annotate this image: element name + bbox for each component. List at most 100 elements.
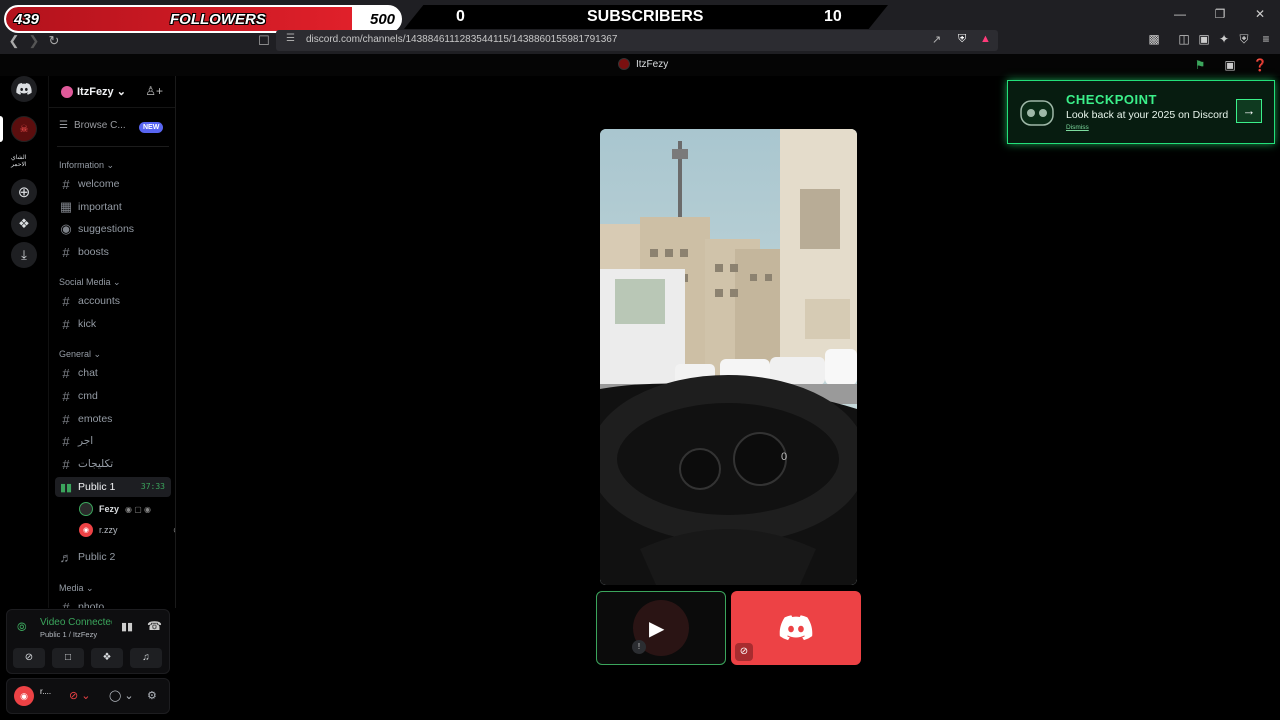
voice-channel-public-2[interactable]: ♬ Public 2 — [59, 547, 171, 567]
invite-icon[interactable]: ♙+ — [145, 84, 163, 98]
site-settings-icon[interactable]: ☰ — [286, 33, 295, 44]
server-header[interactable]: ItzFezy ⌄ ♙+ — [49, 76, 175, 108]
bookmark-icon[interactable]: ☐ — [254, 32, 274, 50]
leo-ai-icon[interactable]: ✦ — [1216, 32, 1232, 46]
vpn-icon[interactable]: ⛨ — [1236, 32, 1252, 47]
category-social-media[interactable]: Social Media ⌄ — [59, 277, 121, 288]
voice-location[interactable]: Public 1 / ItzFezy — [40, 630, 97, 639]
voice-user-fezy[interactable]: Fezy ◉ ▢ ◉ — [79, 500, 151, 518]
mute-mic-icon[interactable]: ⊘ ⌄ — [69, 689, 91, 702]
voice-user-rzzy[interactable]: ◉ r.zzy ⊘ — [79, 521, 175, 539]
channel-boosts[interactable]: # boosts — [59, 242, 171, 262]
hash-icon: # — [62, 388, 70, 404]
screen-share-button[interactable]: □ — [52, 648, 84, 668]
reader-mode-icon[interactable]: ▩ — [1146, 32, 1162, 46]
add-server-icon[interactable]: ⊕ — [11, 179, 37, 205]
subscribers-label: SUBSCRIBERS — [587, 8, 704, 25]
share-icon[interactable]: ↗ — [932, 33, 941, 46]
channel-photo[interactable]: # photo — [59, 597, 171, 609]
avatar — [79, 502, 93, 516]
url-text: discord.com/channels/1438846111283544115… — [306, 34, 618, 45]
category-information[interactable]: Information ⌄ — [59, 160, 114, 171]
window-controls: — ❐ ✕ — [1160, 0, 1280, 28]
channel-chat[interactable]: # chat — [59, 363, 171, 383]
inbox-icon[interactable]: ▣ — [1222, 58, 1238, 72]
restore-icon[interactable]: ❐ — [1200, 0, 1240, 28]
discord-home-icon[interactable] — [11, 76, 37, 102]
settings-gear-icon[interactable]: ⚙ — [147, 689, 157, 702]
video-camera-icon: ▶ — [649, 618, 665, 640]
hash-icon: # — [62, 316, 70, 332]
checkpoint-dismiss-link[interactable]: Dismiss — [1066, 124, 1089, 131]
category-media[interactable]: Media ⌄ — [59, 583, 94, 594]
screen-share-stream[interactable]: 0 — [600, 129, 857, 585]
browser-top-bar: 439 FOLLOWERS 500 0 SUBSCRIBERS 10 — ❐ ✕… — [0, 0, 1280, 54]
reload-icon[interactable]: ↻ — [44, 32, 64, 50]
channel-emotes[interactable]: # emotes — [59, 409, 171, 429]
muted-mic-icon: ⊘ — [173, 525, 175, 536]
voice-active-icon: ▮▮ — [59, 481, 73, 494]
user-panel: ◉ r.... ⊘ ⌄ ◯ ⌄ ⚙ — [6, 678, 170, 714]
server-arabic-icon[interactable]: الشاي الاحمر — [11, 148, 37, 174]
forward-icon[interactable]: ❯ — [24, 32, 44, 50]
forum-icon: ◉ — [60, 221, 72, 236]
camera-off-button[interactable]: ⊘ — [13, 648, 45, 668]
close-icon[interactable]: ✕ — [1240, 0, 1280, 28]
download-icon[interactable]: ⤓ — [11, 242, 37, 268]
status-icon: ! — [632, 640, 646, 654]
server-icon — [61, 86, 73, 98]
hash-icon: # — [62, 599, 70, 609]
status-icons: ◉ ▢ ◉ — [125, 504, 151, 514]
discord-logo-icon — [779, 615, 813, 641]
hash-icon: # — [62, 244, 70, 260]
channel-welcome[interactable]: # welcome — [59, 174, 171, 194]
user-name: r.... — [40, 687, 52, 696]
channel-arabic-2[interactable]: # تكليجات — [59, 454, 171, 474]
channel-suggestions[interactable]: ◉ suggestions — [59, 219, 171, 239]
flag-icon[interactable]: ⚑ — [1192, 58, 1208, 72]
disconnect-icon[interactable]: ☎ — [147, 619, 162, 633]
wallet-icon[interactable]: ▣ — [1196, 32, 1212, 46]
soundboard-button[interactable]: ♫ — [130, 648, 162, 668]
brave-shield-icon[interactable]: ⛨ — [958, 33, 966, 46]
followers-goal-overlay: 439 FOLLOWERS 500 — [4, 5, 402, 33]
discover-icon[interactable]: ❖ — [11, 211, 37, 237]
back-icon[interactable]: ❮ — [4, 32, 24, 50]
channel-important[interactable]: ▦ important — [59, 197, 171, 217]
sidebar-icon[interactable]: ◫ — [1176, 32, 1192, 46]
voice-timer: 37:33 — [140, 482, 165, 491]
browse-channels[interactable]: ☰ Browse C... — [59, 120, 126, 131]
checkpoint-mascot-icon — [1020, 100, 1054, 126]
title-server-name: ItzFezy — [636, 58, 669, 70]
activities-button[interactable]: ❖ — [91, 648, 123, 668]
user-avatar[interactable]: ◉ — [14, 686, 34, 706]
muted-mic-icon: ⊘ — [735, 643, 753, 661]
signal-icon[interactable]: ⦾ — [17, 620, 27, 635]
checkpoint-banner[interactable]: CHECKPOINT Look back at your 2025 on Dis… — [1007, 80, 1275, 144]
voice-channel-public-1[interactable]: ▮▮ Public 1 37:33 — [55, 477, 171, 497]
followers-goal: 500 — [370, 11, 396, 28]
checkpoint-arrow-button[interactable]: → — [1236, 99, 1262, 123]
checkpoint-subtitle: Look back at your 2025 on Discord — [1066, 109, 1229, 121]
minimize-icon[interactable]: — — [1160, 0, 1200, 28]
followers-label: FOLLOWERS — [170, 11, 266, 28]
help-icon[interactable]: ❓ — [1252, 58, 1268, 72]
participant-tile-rzzy[interactable]: ⊘ — [731, 591, 861, 665]
channel-accounts[interactable]: # accounts — [59, 291, 171, 311]
server-avatar-icon — [618, 58, 630, 70]
channel-arabic-1[interactable]: # اجر — [59, 431, 171, 451]
channel-kick[interactable]: # kick — [59, 314, 171, 334]
title-server: ItzFezy — [618, 58, 668, 70]
menu-icon[interactable]: ≡ — [1258, 32, 1274, 46]
address-bar[interactable]: ☰ discord.com/channels/14388461112835441… — [276, 30, 998, 51]
participant-tile-fezy[interactable]: ▶ ! — [596, 591, 726, 665]
server-itzfezy-icon[interactable]: ☠ — [11, 116, 37, 142]
rewards-icon[interactable]: ▲ — [980, 33, 991, 45]
new-badge: NEW — [139, 122, 164, 133]
headphones-icon[interactable]: ◯ ⌄ — [109, 689, 134, 702]
dashboard-readout: 0 — [781, 451, 787, 463]
noise-suppression-icon[interactable]: ▮▮ — [121, 620, 133, 633]
channel-cmd[interactable]: # cmd — [59, 386, 171, 406]
category-general[interactable]: General ⌄ — [59, 349, 101, 360]
subscribers-goal: 10 — [824, 8, 842, 25]
